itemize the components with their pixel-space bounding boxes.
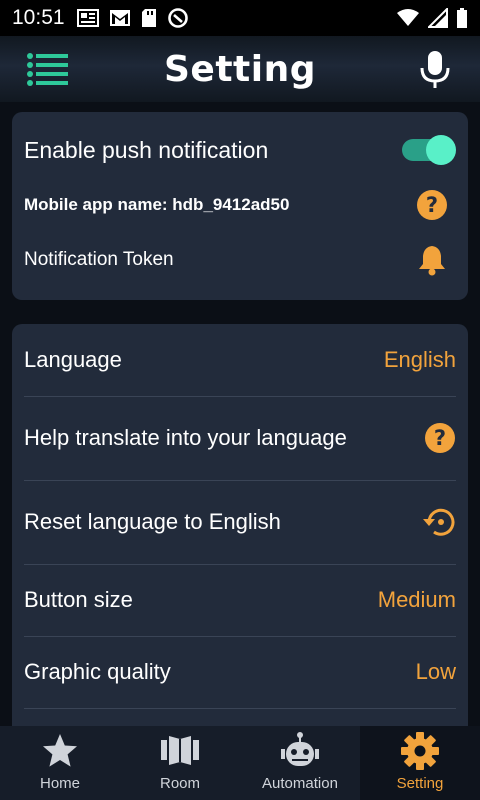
nav-label: Home: [39, 775, 80, 792]
notification-token-row[interactable]: Notification Token: [24, 243, 456, 277]
divider: [24, 636, 456, 637]
wifi-icon: [397, 9, 419, 26]
bottom-nav: Home Room Automation Setting: [0, 726, 480, 800]
sync-icon: [167, 8, 188, 28]
help-translate-label: Help translate into your language: [24, 425, 347, 450]
battery-icon: [457, 8, 467, 28]
nav-label: Room: [159, 775, 200, 792]
restore-icon[interactable]: [422, 507, 456, 537]
notification-card: Enable push notification Mobile app name…: [12, 112, 468, 300]
bell-icon[interactable]: [418, 244, 446, 276]
push-notification-label: Enable push notification: [24, 136, 269, 163]
push-notification-row: Enable push notification: [24, 132, 456, 168]
news-icon: [76, 9, 99, 27]
app-name-row: Mobile app name: hdb_9412ad50 ?: [24, 188, 456, 222]
nav-home[interactable]: Home: [0, 726, 120, 800]
nav-room[interactable]: Room: [120, 726, 240, 800]
page-title: Setting: [164, 48, 316, 90]
svg-text:?: ?: [426, 193, 438, 217]
help-icon[interactable]: ?: [424, 422, 456, 454]
nav-setting[interactable]: Setting: [360, 726, 480, 800]
status-bar: 10:51: [0, 0, 480, 36]
star-icon: [43, 734, 77, 767]
button-size-row[interactable]: Button size Medium: [24, 580, 456, 620]
push-notification-toggle[interactable]: [402, 135, 456, 165]
settings-content: Enable push notification Mobile app name…: [0, 102, 480, 726]
app-header: Setting: [0, 36, 480, 102]
mail-icon: [109, 10, 130, 26]
graphic-quality-value[interactable]: Low: [416, 659, 456, 685]
menu-icon[interactable]: [26, 52, 70, 86]
graphic-quality-row[interactable]: Graphic quality Low: [24, 652, 456, 692]
room-icon: [161, 736, 199, 765]
language-value[interactable]: English: [384, 347, 456, 373]
svg-text:?: ?: [434, 426, 446, 450]
divider: [24, 480, 456, 481]
nav-label: Automation: [262, 775, 338, 792]
general-settings-card: Language English Help translate into you…: [12, 324, 468, 726]
language-label: Language: [24, 347, 122, 372]
help-icon[interactable]: ?: [416, 189, 448, 221]
gear-icon: [401, 732, 439, 770]
help-translate-row[interactable]: Help translate into your language ?: [24, 418, 456, 458]
toggle-knob: [426, 135, 456, 165]
notification-token-label: Notification Token: [24, 249, 174, 270]
divider: [24, 708, 456, 709]
app-name-label: Mobile app name: hdb_9412ad50: [24, 195, 290, 214]
reset-language-row[interactable]: Reset language to English: [24, 502, 456, 542]
language-row[interactable]: Language English: [24, 340, 456, 380]
button-size-label: Button size: [24, 587, 133, 612]
reset-language-label: Reset language to English: [24, 509, 281, 534]
robot-icon: [281, 732, 319, 766]
nav-label: Setting: [396, 775, 444, 792]
sd-card-icon: [141, 9, 156, 27]
divider: [24, 396, 456, 397]
button-size-value[interactable]: Medium: [378, 587, 456, 613]
divider: [24, 564, 456, 565]
nav-automation[interactable]: Automation: [240, 726, 360, 800]
mic-icon[interactable]: [418, 50, 452, 90]
signal-icon: [428, 8, 448, 28]
graphic-quality-label: Graphic quality: [24, 659, 171, 684]
status-time: 10:51: [12, 6, 65, 29]
